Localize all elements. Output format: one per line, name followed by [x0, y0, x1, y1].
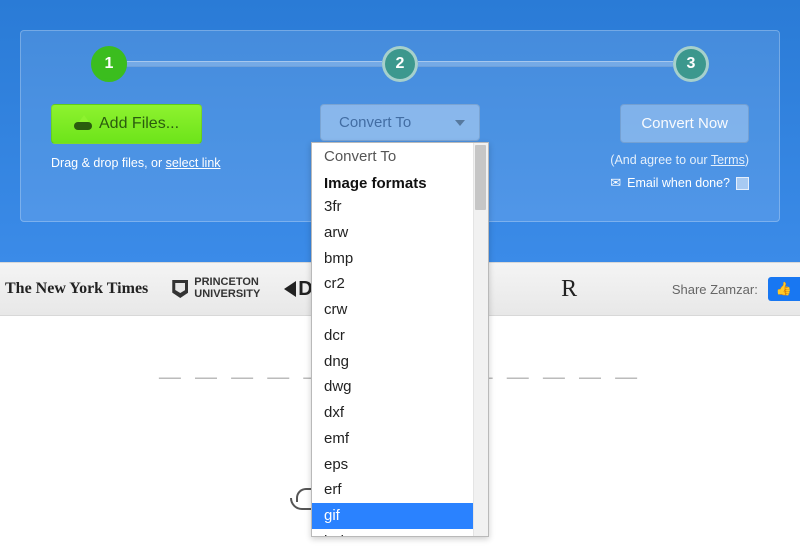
r-logo: R	[561, 276, 577, 303]
dropdown-option-gif[interactable]: gif	[312, 503, 488, 529]
dropdown-option-3fr[interactable]: 3fr	[312, 194, 488, 220]
convert-now-column: Convert Now (And agree to our Terms) ✉ E…	[516, 104, 754, 191]
facebook-like-button[interactable]: 👍	[768, 277, 800, 301]
princeton-logo: PRINCETON UNIVERSITY	[172, 277, 260, 300]
convert-to-dropdown-menu[interactable]: Convert To Image formats 3frarwbmpcr2crw…	[311, 142, 489, 537]
chevron-down-icon	[455, 120, 465, 126]
dropdown-option-erf[interactable]: erf	[312, 477, 488, 503]
terms-text: (And agree to our Terms)	[610, 153, 749, 167]
dropdown-scrollbar-thumb[interactable]	[475, 145, 486, 210]
drag-drop-hint: Drag & drop files, or select link	[51, 156, 221, 170]
dropdown-option-dng[interactable]: dng	[312, 349, 488, 375]
step-1-circle: 1	[91, 46, 127, 82]
hero-section: 1 2 3 Add Files... Drag & drop files, or…	[0, 0, 800, 262]
shield-icon	[172, 280, 188, 298]
dropdown-options-list: 3frarwbmpcr2crwdcrdngdwgdxfemfepserfgifh…	[312, 194, 488, 537]
step-indicator: 1 2 3	[91, 46, 709, 82]
convert-to-button-label: Convert To	[339, 114, 411, 131]
terms-prefix: (And agree to our	[610, 153, 711, 167]
add-files-column: Add Files... Drag & drop files, or selec…	[46, 104, 284, 170]
convert-now-label: Convert Now	[641, 115, 728, 132]
dropdown-scrollbar[interactable]	[473, 143, 488, 536]
dropdown-title: Convert To	[312, 143, 488, 169]
dropdown-option-cr2[interactable]: cr2	[312, 271, 488, 297]
terms-link[interactable]: Terms	[711, 153, 745, 167]
dropdown-option-bmp[interactable]: bmp	[312, 246, 488, 272]
dropdown-group-header: Image formats	[312, 169, 488, 194]
convert-now-button[interactable]: Convert Now	[620, 104, 749, 143]
dropdown-option-arw[interactable]: arw	[312, 220, 488, 246]
dropdown-option-emf[interactable]: emf	[312, 426, 488, 452]
convert-to-column: Convert To Convert To Image formats 3fra…	[284, 104, 517, 141]
step-2-circle: 2	[382, 46, 418, 82]
share-section: Share Zamzar: 👍	[672, 277, 800, 301]
step-3-circle: 3	[673, 46, 709, 82]
upload-cloud-icon	[74, 118, 92, 130]
converter-panel: 1 2 3 Add Files... Drag & drop files, or…	[20, 30, 780, 222]
play-triangle-icon	[284, 281, 296, 297]
dashes-left: — — — — —	[159, 364, 329, 390]
thumbs-up-icon: 👍	[776, 281, 792, 297]
share-label: Share Zamzar:	[672, 282, 758, 297]
email-when-done-label: Email when done?	[627, 176, 730, 190]
add-files-button[interactable]: Add Files...	[51, 104, 202, 144]
dropdown-option-crw[interactable]: crw	[312, 297, 488, 323]
step-line	[418, 61, 673, 67]
add-files-label: Add Files...	[99, 115, 179, 133]
dropdown-option-eps[interactable]: eps	[312, 452, 488, 478]
dropdown-option-dxf[interactable]: dxf	[312, 400, 488, 426]
actions-row: Add Files... Drag & drop files, or selec…	[46, 104, 754, 191]
nyt-logo: The New York Times	[5, 280, 148, 298]
princeton-text: PRINCETON UNIVERSITY	[194, 277, 260, 300]
select-link[interactable]: select link	[166, 156, 221, 170]
mail-icon: ✉	[610, 175, 621, 191]
dropdown-option-dwg[interactable]: dwg	[312, 374, 488, 400]
dropdown-option-dcr[interactable]: dcr	[312, 323, 488, 349]
terms-suffix: )	[745, 153, 749, 167]
convert-to-dropdown-button[interactable]: Convert To	[320, 104, 480, 141]
hint-text: Drag & drop files, or	[51, 156, 166, 170]
press-logos: The New York Times PRINCETON UNIVERSITY …	[5, 276, 577, 303]
step-line	[127, 61, 382, 67]
email-when-done-row: ✉ Email when done?	[610, 175, 749, 191]
email-when-done-checkbox[interactable]	[736, 177, 749, 190]
princeton-bottom: UNIVERSITY	[194, 289, 260, 301]
